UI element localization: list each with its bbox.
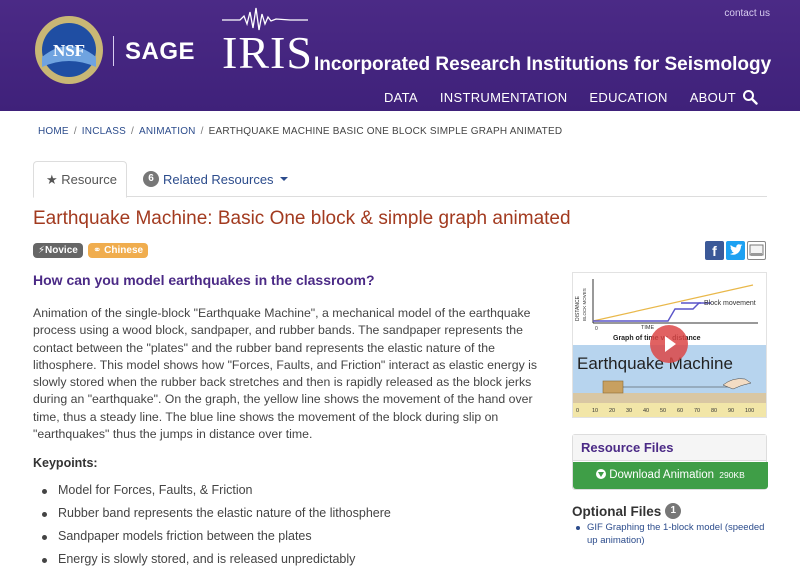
nsf-logo[interactable]: NSF xyxy=(34,15,104,85)
level-badge[interactable]: ⚡Novice xyxy=(33,243,83,258)
site-header: contact us NSF SAGE IRIS Incorporated Re… xyxy=(0,0,800,111)
breadcrumb-animation[interactable]: ANIMATION xyxy=(139,126,196,137)
svg-text:60: 60 xyxy=(677,408,683,414)
resource-description: Animation of the single-block "Earthquak… xyxy=(33,306,538,442)
svg-text:80: 80 xyxy=(711,408,717,414)
thumb-x-zero: 0 xyxy=(595,326,598,332)
main-nav: DATA INSTRUMENTATION EDUCATION ABOUT xyxy=(384,90,736,105)
list-item: Energy is slowly stored, and is released… xyxy=(42,552,391,575)
list-item: Sandpaper models friction between the pl… xyxy=(42,529,391,552)
iris-full-name: Incorporated Research Institutions for S… xyxy=(314,54,772,75)
svg-text:NSF: NSF xyxy=(53,41,85,60)
search-icon[interactable] xyxy=(742,89,758,105)
thumb-ylabel: DISTANCE xyxy=(575,295,581,321)
optional-files-heading: Optional Files 1 xyxy=(572,503,682,519)
download-label: Download Animation xyxy=(609,469,715,481)
twitter-icon xyxy=(730,244,743,255)
play-icon[interactable] xyxy=(650,325,688,363)
page-title: Earthquake Machine: Basic One block & si… xyxy=(33,208,571,229)
breadcrumb-separator: / xyxy=(131,126,134,137)
tab-related-label: Related Resources xyxy=(163,171,274,187)
keypoints-heading: Keypoints: xyxy=(33,456,98,470)
tab-resource[interactable]: ★ Resource xyxy=(33,161,127,198)
google-classroom-share-button[interactable] xyxy=(747,241,766,260)
globe-icon: ⚭ xyxy=(93,245,102,256)
svg-text:100: 100 xyxy=(745,408,754,414)
optional-files-label: Optional Files xyxy=(572,503,662,519)
chevron-down-icon xyxy=(279,177,288,181)
svg-text:20: 20 xyxy=(609,408,615,414)
bolt-icon: ⚡ xyxy=(38,245,46,256)
svg-text:50: 50 xyxy=(660,408,666,414)
thumb-xlabel: TIME xyxy=(641,325,654,331)
list-item: Model for Forces, Faults, & Friction xyxy=(42,483,391,506)
tab-resource-label: Resource xyxy=(61,172,117,187)
header-divider xyxy=(113,36,114,66)
thumb-ylabel-2: BLOCK MOVES xyxy=(582,288,587,321)
svg-text:10: 10 xyxy=(592,408,598,414)
breadcrumb-inclass[interactable]: INCLASS xyxy=(82,126,126,137)
resource-files-panel: Resource Files Download Animation 290KB xyxy=(572,434,768,490)
nav-about[interactable]: ABOUT xyxy=(690,90,736,105)
list-item: Rubber band represents the elastic natur… xyxy=(42,506,391,529)
resource-tabs: ★ Resource 6 Related Resources xyxy=(33,161,767,198)
resource-files-heading: Resource Files xyxy=(573,435,766,461)
thumb-legend: Block movement xyxy=(704,300,756,307)
classroom-icon xyxy=(749,244,764,256)
download-animation-button[interactable]: Download Animation 290KB xyxy=(573,462,768,489)
star-icon: ★ xyxy=(46,172,58,187)
optional-file-link[interactable]: GIF Graphing the 1-block model (speeded … xyxy=(576,521,766,547)
svg-text:40: 40 xyxy=(643,408,649,414)
level-label: Novice xyxy=(45,245,78,256)
optional-files-count: 1 xyxy=(665,503,682,519)
nav-instrumentation[interactable]: INSTRUMENTATION xyxy=(440,90,568,105)
guiding-question: How can you model earthquakes in the cla… xyxy=(33,272,375,288)
svg-text:90: 90 xyxy=(728,408,734,414)
download-size: 290KB xyxy=(719,470,745,480)
language-badge[interactable]: ⚭ Chinese xyxy=(88,243,149,258)
iris-logo[interactable]: IRIS xyxy=(222,26,313,79)
twitter-share-button[interactable] xyxy=(726,241,745,260)
language-label: Chinese xyxy=(104,245,144,256)
svg-text:70: 70 xyxy=(694,408,700,414)
tab-related-resources[interactable]: 6 Related Resources xyxy=(143,171,288,187)
nav-data[interactable]: DATA xyxy=(384,90,418,105)
download-icon xyxy=(596,469,607,479)
keypoints-list: Model for Forces, Faults, & Friction Rub… xyxy=(42,483,391,575)
breadcrumb: HOME / INCLASS / ANIMATION / EARTHQUAKE … xyxy=(38,126,562,137)
breadcrumb-separator: / xyxy=(73,126,77,137)
breadcrumb-separator: / xyxy=(200,126,204,137)
related-count-badge: 6 xyxy=(143,171,159,187)
breadcrumb-home[interactable]: HOME xyxy=(38,126,69,137)
breadcrumb-current: EARTHQUAKE MACHINE BASIC ONE BLOCK SIMPL… xyxy=(208,126,563,137)
sage-logo[interactable]: SAGE xyxy=(125,38,195,66)
svg-text:0: 0 xyxy=(576,408,579,414)
contact-us-link[interactable]: contact us xyxy=(724,8,770,19)
nav-education[interactable]: EDUCATION xyxy=(589,90,667,105)
facebook-icon: f xyxy=(712,243,717,259)
svg-text:30: 30 xyxy=(626,408,632,414)
facebook-share-button[interactable]: f xyxy=(705,241,724,260)
